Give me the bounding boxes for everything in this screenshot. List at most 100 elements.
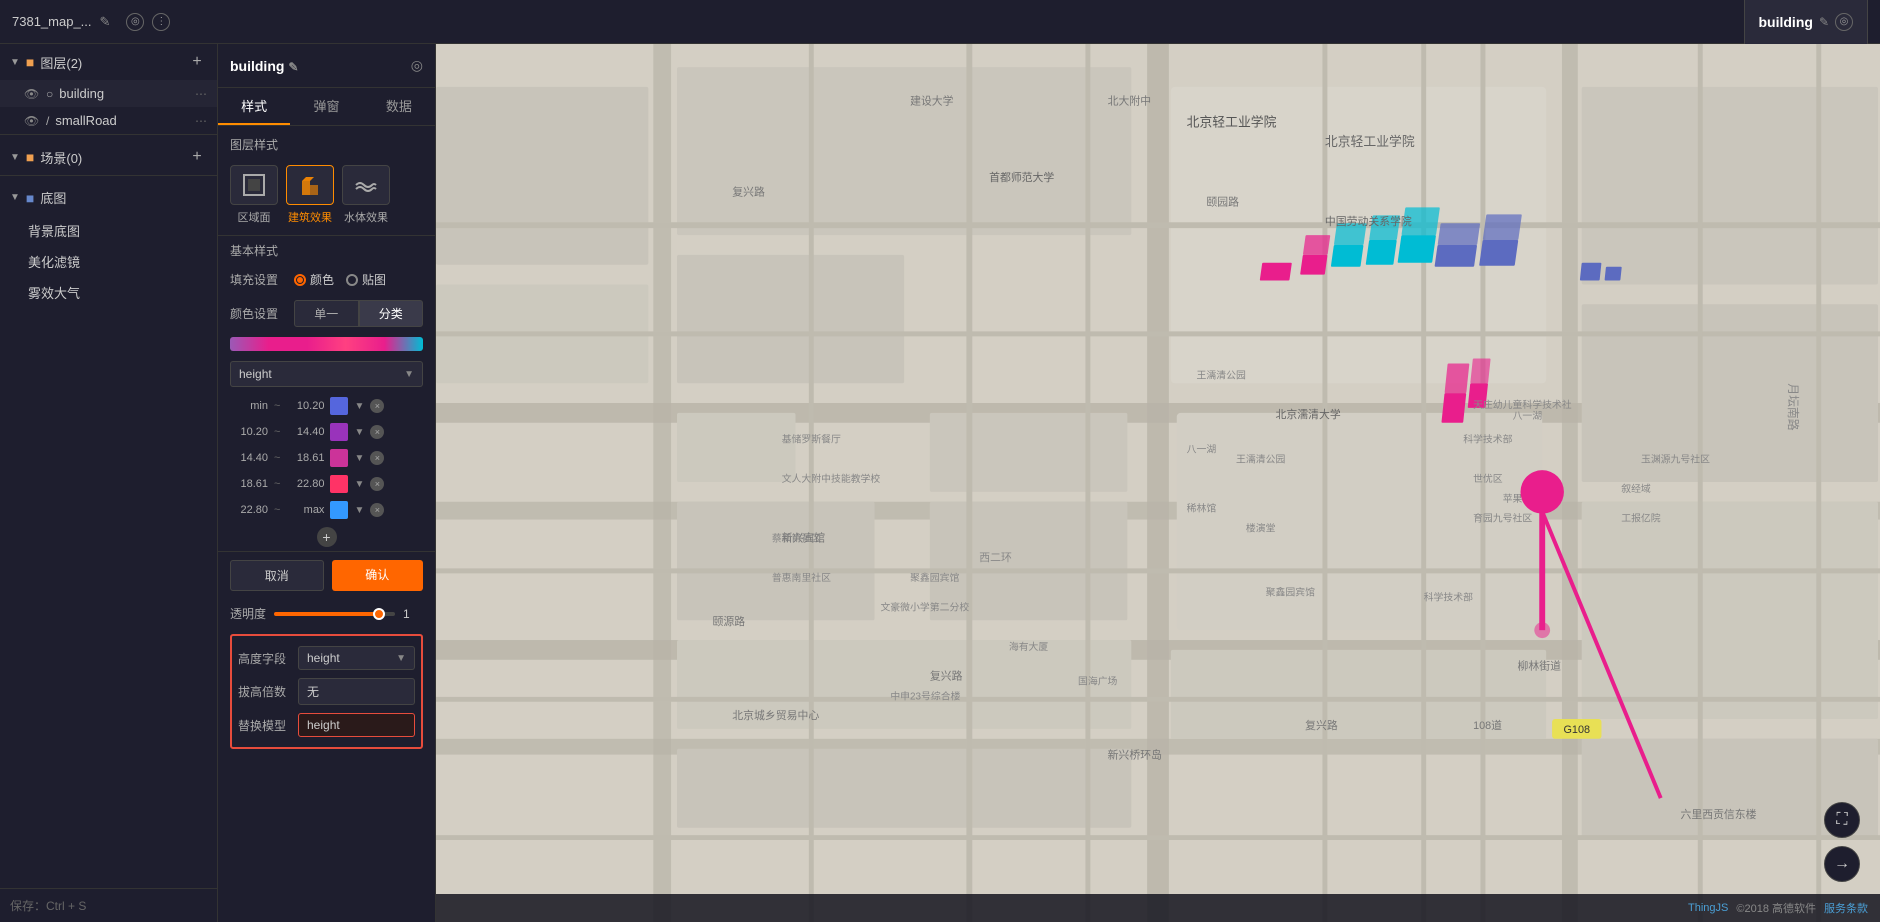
range-min-3: 18.61 <box>230 478 268 490</box>
layer-menu-smallroad[interactable]: ⋯ <box>195 114 207 128</box>
range-row-1: 10.20 ~ 14.40 ▼ × <box>218 419 435 445</box>
dropdown-arrow: ▼ <box>404 369 414 380</box>
svg-text:复兴路: 复兴路 <box>930 669 963 683</box>
range-delete-4[interactable]: × <box>370 503 384 517</box>
tab-data[interactable]: 数据 <box>363 88 435 125</box>
fill-texture-radio[interactable]: 贴图 <box>346 271 386 288</box>
opacity-slider[interactable] <box>274 612 395 616</box>
height-field-dropdown[interactable]: height ▼ <box>230 361 423 387</box>
range-max-3: 22.80 <box>286 478 324 490</box>
location-icon[interactable]: ◎ <box>126 13 144 31</box>
layers-arrow: ▼ <box>10 57 20 68</box>
next-btn[interactable]: → <box>1824 846 1860 882</box>
range-min-1: 10.20 <box>230 426 268 438</box>
gradient-bar <box>230 337 423 351</box>
fill-radio-group: 颜色 贴图 <box>294 271 386 288</box>
svg-text:中国劳动关系学院: 中国劳动关系学院 <box>1325 214 1412 228</box>
color-single-btn[interactable]: 单一 <box>294 300 359 327</box>
svg-text:G108: G108 <box>1563 724 1590 736</box>
left-sidebar: ▼ ■ 图层(2) + 👁 ○ building ⋯ 👁 / smallRoad… <box>0 44 218 922</box>
fill-color-label: 颜色 <box>310 271 334 288</box>
height-multiplier-label: 拔高倍数 <box>238 683 292 700</box>
more-icon[interactable]: ⋮ <box>152 13 170 31</box>
height-multiplier-value[interactable]: 无 <box>298 678 415 705</box>
svg-text:玉渊源九号社区: 玉渊源九号社区 <box>1641 452 1710 465</box>
eye-icon-smallroad[interactable]: 👁 <box>24 114 40 128</box>
opacity-row: 透明度 1 <box>218 599 435 628</box>
range-delete-3[interactable]: × <box>370 477 384 491</box>
top-bar: 7381_map_... ✎ ◎ ⋮ building ✎ ◎ <box>0 0 1880 44</box>
effect-btn-building[interactable]: 建筑效果 <box>286 165 334 225</box>
svg-text:文豪微小学第二分校: 文豪微小学第二分校 <box>880 600 969 613</box>
tab-style[interactable]: 样式 <box>218 88 290 125</box>
service-link[interactable]: 服务条款 <box>1824 900 1868 916</box>
scenes-add-btn[interactable]: + <box>187 147 207 167</box>
svg-text:月坛南路: 月坛南路 <box>1786 383 1800 431</box>
base-item-filter[interactable]: 美化滤镜 <box>0 246 217 277</box>
main-layout: ▼ ■ 图层(2) + 👁 ○ building ⋯ 👁 / smallRoad… <box>0 44 1880 922</box>
layer-menu-building[interactable]: ⋯ <box>195 87 207 101</box>
range-color-4[interactable] <box>330 501 348 519</box>
height-field-value[interactable]: height ▼ <box>298 646 415 670</box>
bottom-bar: ThingJS ©2018 高德软件 服务条款 <box>436 894 1880 922</box>
height-model-text: height <box>307 718 406 732</box>
eye-icon-building[interactable]: 👁 <box>24 87 40 101</box>
panel-pin-icon[interactable]: ◎ <box>411 57 423 74</box>
base-section: ▼ ■ 底图 背景底图 美化滤镜 雾效大气 <box>0 175 217 308</box>
height-model-label: 替换模型 <box>238 717 292 734</box>
panel-tab-edit-icon: ✎ <box>1819 15 1829 29</box>
base-item-bg[interactable]: 背景底图 <box>0 215 217 246</box>
thingjs-link[interactable]: ThingJS <box>1688 902 1728 914</box>
add-range-row: + <box>218 523 435 551</box>
fill-color-dot <box>294 274 306 286</box>
base-item-fog[interactable]: 雾效大气 <box>0 277 217 308</box>
panel-top-bar: building ✎ ◎ <box>218 44 435 88</box>
panel-title: building ✎ <box>230 58 411 74</box>
range-color-2[interactable] <box>330 449 348 467</box>
fill-texture-label: 贴图 <box>362 271 386 288</box>
confirm-btn[interactable]: 确认 <box>332 560 424 591</box>
effect-water-icon <box>342 165 390 205</box>
effect-btn-area[interactable]: 区域面 <box>230 165 278 225</box>
svg-text:颐源路: 颐源路 <box>713 614 746 628</box>
map-area[interactable]: G108 月坛南路 北京轻工业学院 颐园路 复兴路 复兴路 颐源路 西二环 新兴… <box>436 44 1880 922</box>
range-delete-1[interactable]: × <box>370 425 384 439</box>
edit-icon: ✎ <box>100 14 111 30</box>
layer-item-building[interactable]: 👁 ○ building ⋯ <box>0 80 217 107</box>
range-color-0[interactable] <box>330 397 348 415</box>
layer-item-smallroad[interactable]: 👁 / smallRoad ⋯ <box>0 107 217 134</box>
layers-add-btn[interactable]: + <box>187 52 207 72</box>
svg-text:天庄幼儿童科学技术社: 天庄幼儿童科学技术社 <box>1473 398 1572 411</box>
opacity-label: 透明度 <box>230 605 266 622</box>
base-item-fog-label: 雾效大气 <box>28 283 207 302</box>
fill-texture-dot <box>346 274 358 286</box>
svg-text:八一湖: 八一湖 <box>1513 410 1543 422</box>
range-color-1[interactable] <box>330 423 348 441</box>
panel-tab-building[interactable]: building <box>1759 14 1813 30</box>
tab-popup[interactable]: 弹窗 <box>290 88 362 125</box>
fill-color-radio[interactable]: 颜色 <box>294 271 334 288</box>
svg-text:北京城乡贸易中心: 北京城乡贸易中心 <box>732 708 819 722</box>
layers-section-header: ▼ ■ 图层(2) + <box>0 44 217 80</box>
top-bar-left: 7381_map_... ✎ ◎ ⋮ <box>12 13 170 31</box>
scenes-label: 场景(0) <box>40 148 181 167</box>
color-classify-btn[interactable]: 分类 <box>359 300 424 327</box>
fullscreen-btn[interactable]: ⛶ <box>1824 802 1860 838</box>
add-range-btn[interactable]: + <box>317 527 337 547</box>
range-delete-0[interactable]: × <box>370 399 384 413</box>
panel-tab-pin-icon[interactable]: ◎ <box>1835 13 1853 31</box>
range-delete-2[interactable]: × <box>370 451 384 465</box>
base-section-header: ▼ ■ 底图 <box>0 180 217 215</box>
cancel-btn[interactable]: 取消 <box>230 560 324 591</box>
color-label: 颜色设置 <box>230 305 286 322</box>
scenes-section: ▼ ■ 场景(0) + <box>0 134 217 175</box>
range-color-3[interactable] <box>330 475 348 493</box>
layer-style-label: 图层样式 <box>218 126 435 159</box>
effect-btn-water[interactable]: 水体效果 <box>342 165 390 225</box>
effect-area-label: 区域面 <box>238 209 271 225</box>
svg-text:楼演堂: 楼演堂 <box>1246 521 1276 534</box>
map-background: G108 月坛南路 北京轻工业学院 颐园路 复兴路 复兴路 颐源路 西二环 新兴… <box>436 44 1880 922</box>
height-model-value[interactable]: height <box>298 713 415 737</box>
action-buttons: 取消 确认 <box>218 551 435 599</box>
map-controls: ⛶ → <box>1824 802 1860 882</box>
